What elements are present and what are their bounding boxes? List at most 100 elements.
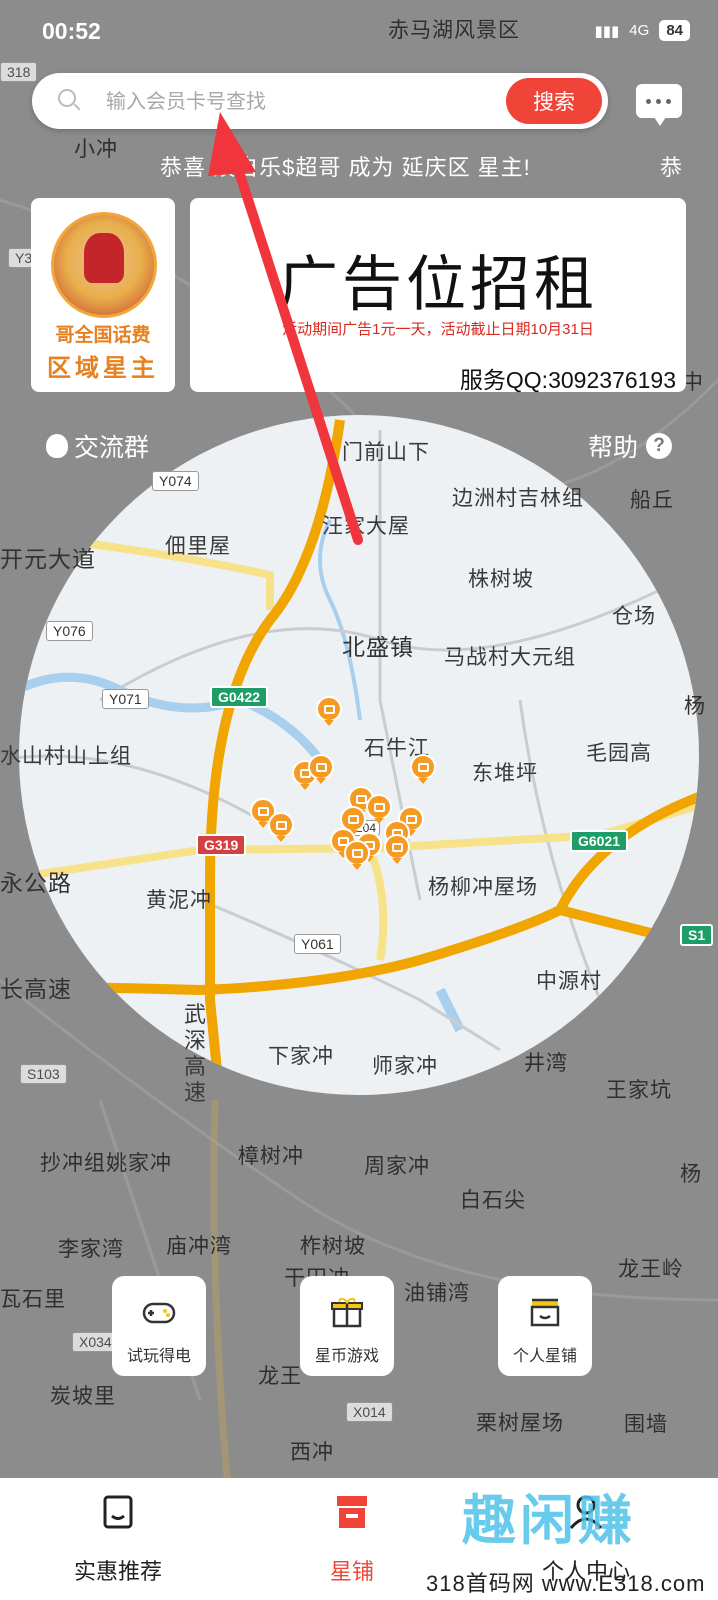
map-place: 水山村山上组 [0, 745, 132, 768]
ad-contact: 服务QQ:3092376193 [459, 367, 676, 393]
search-button[interactable]: 搜索 [506, 78, 602, 124]
map-place: 杨柳冲屋场 [428, 876, 538, 899]
map-place: 北盛镇 [342, 634, 414, 660]
winner-marquee-next: 恭 [660, 155, 683, 180]
map-place: 油铺湾 [404, 1282, 470, 1305]
ad-banner[interactable]: 广告位招租 活动期间广告1元一天，活动截止日期10月31日 服务QQ:30923… [190, 198, 686, 393]
map-place: 佃里屋 [165, 535, 231, 558]
tab-recommend[interactable]: 实惠推荐 [18, 1478, 218, 1600]
map-place: 船丘 [630, 489, 674, 512]
tab-label: 实惠推荐 [73, 1559, 162, 1584]
road-badge: Y074 [152, 471, 199, 491]
battery-icon: 84 [659, 20, 690, 41]
shop-icon [530, 1298, 560, 1327]
road-badge: Y076 [46, 621, 93, 641]
action-label: 试玩得电 [126, 1348, 191, 1365]
avatar [51, 212, 157, 318]
qq-icon [46, 434, 68, 458]
map-place: 武深高速 [184, 1002, 208, 1105]
shop-pin[interactable] [316, 696, 342, 726]
map-place: 杨 [684, 695, 706, 718]
map-place: 黄泥冲 [146, 889, 212, 912]
map-place: 永公路 [0, 870, 72, 896]
map-place: 围墙 [624, 1413, 668, 1436]
network-label: 4G [629, 22, 650, 39]
map-place: 抄冲组姚家冲 [40, 1152, 172, 1175]
map-place: 龙王 [258, 1365, 302, 1388]
map-place: 开元大道 [0, 546, 96, 572]
map-place: 仓场 [612, 605, 656, 628]
store-icon [337, 1496, 367, 1528]
map-place: 周家冲 [364, 1155, 430, 1178]
status-time: 00:52 [42, 18, 101, 44]
shop-pin[interactable] [268, 812, 294, 842]
map-place: 栗树屋场 [476, 1412, 564, 1435]
winner-marquee: 恭喜 娱自乐$超哥 成为 延庆区 星主! [160, 155, 531, 180]
gamepad-icon [142, 1302, 176, 1324]
map-place: 庙冲湾 [166, 1235, 232, 1258]
map-place: 瓦石里 [0, 1288, 66, 1311]
site-watermark: 318首码网 www.E318.com [426, 1571, 706, 1596]
map-place: 炭坡里 [50, 1385, 116, 1408]
coin-games-button[interactable]: 星币游戏 [300, 1276, 394, 1376]
map-place: 毛园高 [586, 742, 652, 765]
shop-pin[interactable] [308, 754, 334, 784]
group-chat-label: 交流群 [74, 434, 150, 462]
search-icon [58, 89, 76, 107]
map-place: 龙王岭 [618, 1258, 684, 1281]
map-place: 井湾 [524, 1052, 568, 1075]
map-place: 长高速 [0, 976, 72, 1002]
map-place: 杨 [680, 1163, 702, 1186]
message-icon[interactable] [636, 84, 682, 126]
bag-icon [103, 1495, 133, 1529]
map-place: 汪家大屋 [322, 515, 410, 538]
map-place: 白石尖 [460, 1189, 526, 1212]
action-label: 星币游戏 [314, 1348, 379, 1365]
personal-shop-button[interactable]: 个人星铺 [498, 1276, 592, 1376]
map-place: 师家冲 [372, 1055, 438, 1078]
road-badge: G319 [196, 834, 247, 856]
logo-line1: 哥全国话费 [55, 325, 151, 346]
try-play-earn-button[interactable]: 试玩得电 [112, 1276, 206, 1376]
group-chat-link[interactable]: 交流群 [46, 428, 149, 464]
shop-pin[interactable] [410, 754, 436, 784]
road-badge: S1 [680, 924, 714, 946]
help-label: 帮助 [587, 434, 638, 462]
map-place: 王家坑 [606, 1079, 672, 1102]
gift-icon [331, 1297, 363, 1328]
action-label: 个人星铺 [512, 1348, 577, 1365]
help-link[interactable]: 帮助 ? [588, 428, 672, 464]
shop-pin[interactable] [344, 840, 370, 870]
road-badge: S103 [20, 1064, 67, 1084]
road-badge: Y071 [102, 689, 149, 709]
road-badge: Y061 [294, 934, 341, 954]
search-bar: 搜索 [32, 73, 608, 129]
help-icon: ? [646, 433, 672, 459]
ad-subtitle: 活动期间广告1元一天，活动截止日期10月31日 [282, 321, 594, 338]
map-place: 东堆坪 [472, 762, 538, 785]
map-place: 柞树坡 [300, 1235, 366, 1258]
tab-star-shop[interactable]: 星铺 [252, 1478, 452, 1600]
map-place: 中源村 [536, 970, 602, 993]
road-badge: G0422 [210, 686, 269, 708]
signal-icon: ▮▮▮ [594, 22, 620, 40]
brand-watermark: 趣闲赚 [462, 1491, 636, 1551]
shop-pin[interactable] [384, 834, 410, 864]
map-place: 门前山下 [342, 441, 430, 464]
road-badge: X014 [346, 1402, 393, 1422]
map-place: 小冲 [74, 138, 118, 161]
member-card-search-input[interactable] [104, 83, 488, 121]
map-place: 下家冲 [268, 1045, 334, 1068]
region-owner-card[interactable]: 哥全国话费 区域星主 [31, 198, 175, 392]
logo-line2: 区域星主 [47, 355, 159, 382]
map-place: 株树坡 [468, 568, 534, 591]
road-badge: G6021 [570, 830, 629, 852]
map-place: 李家湾 [58, 1238, 124, 1261]
map-place: 樟树冲 [238, 1145, 304, 1168]
map-place: 马战村大元组 [444, 646, 576, 669]
map-place: 边洲村吉林组 [452, 487, 584, 510]
map-place: 西冲 [290, 1441, 334, 1464]
ad-title: 广告位招租 [278, 251, 598, 318]
tab-label: 星铺 [329, 1559, 374, 1584]
status-bar: 00:52 ▮▮▮ 4G 84 [0, 0, 718, 66]
